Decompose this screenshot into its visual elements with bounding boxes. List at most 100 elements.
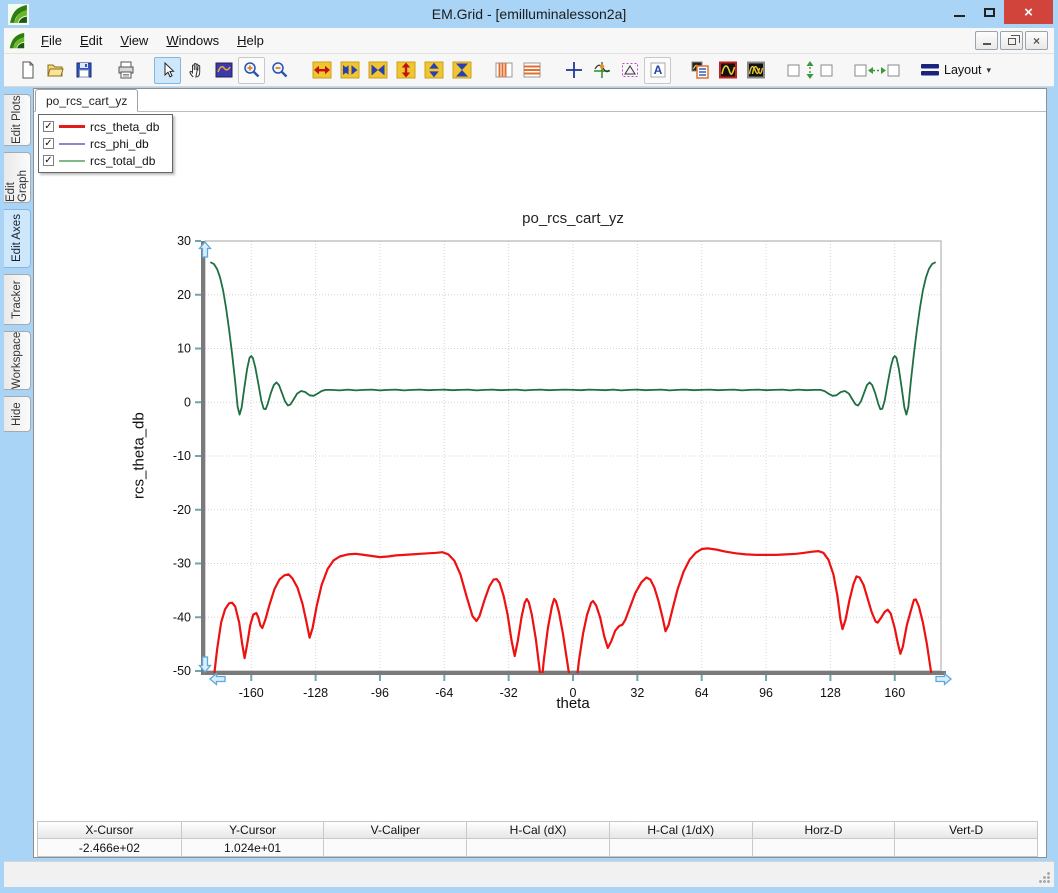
menu-help[interactable]: Help — [228, 29, 273, 52]
close-button[interactable]: × — [1004, 0, 1053, 24]
mdi-minimize-button[interactable] — [975, 31, 998, 50]
document-logo-icon — [8, 32, 26, 50]
mdi-minimize-icon — [983, 43, 991, 45]
legend-swatch-theta — [59, 125, 85, 128]
sidebar-item-edit-plots[interactable]: Edit Plots — [4, 94, 31, 146]
y-tick-label: 30 — [177, 234, 191, 248]
x-axis-right-handle[interactable] — [936, 674, 951, 685]
new-file-icon — [18, 60, 38, 80]
plot-area[interactable]: -160-128-96-64-3203264961281603020100-10… — [184, 229, 1004, 729]
crosshair-button[interactable] — [560, 57, 587, 84]
select-arrow-button[interactable] — [154, 57, 181, 84]
expand-y-button[interactable] — [392, 57, 419, 84]
pan-hand-button[interactable] — [182, 57, 209, 84]
window-title: EM.Grid - [emilluminalesson2a] — [0, 6, 1058, 22]
value-v-caliper — [323, 839, 466, 856]
open-file-icon — [46, 60, 66, 80]
shrink-x-button[interactable] — [336, 57, 363, 84]
save-file-button[interactable] — [70, 57, 97, 84]
zoom-in-icon — [242, 60, 262, 80]
sidebar-item-edit-axes[interactable]: Edit Axes — [4, 209, 31, 268]
vertical-spacing-icon — [786, 60, 834, 80]
sidebar-item-edit-graph[interactable]: Edit Graph — [4, 152, 31, 203]
col-h-cal-dx: H-Cal (dX) — [466, 822, 609, 839]
col-x-cursor: X-Cursor — [38, 822, 181, 839]
layout-dropdown-button[interactable]: Layout ▾ — [914, 59, 998, 81]
mdi-close-icon: × — [1033, 35, 1040, 47]
value-h-cal-dx — [466, 839, 609, 856]
legend-swatch-phi — [59, 143, 85, 145]
expand-y-icon — [396, 60, 416, 80]
title-bar[interactable]: EM.Grid - [emilluminalesson2a] × — [0, 0, 1058, 28]
x-axis-left-handle[interactable] — [210, 674, 225, 685]
print-icon — [116, 60, 136, 80]
text-annotation-button[interactable]: A — [644, 57, 671, 84]
y-tick-label: -30 — [173, 557, 191, 571]
status-bar — [4, 861, 1054, 887]
minimize-button[interactable] — [944, 0, 974, 24]
y-tick-label: 10 — [177, 342, 191, 356]
zoom-out-button[interactable] — [266, 57, 293, 84]
zoom-region-icon — [214, 60, 234, 80]
tracker-icon — [592, 60, 612, 80]
shrink-y-icon — [424, 60, 444, 80]
y-tick-label: -40 — [173, 610, 191, 624]
shrink-x-icon — [340, 60, 360, 80]
maximize-button[interactable] — [974, 0, 1004, 24]
menu-windows[interactable]: Windows — [157, 29, 228, 52]
vertical-stripes-button[interactable] — [490, 57, 517, 84]
single-plot-button[interactable] — [714, 57, 741, 84]
x-axis-label: theta — [205, 695, 941, 712]
y-tick-label: -20 — [173, 503, 191, 517]
resize-grip[interactable] — [1038, 871, 1050, 883]
legend-checkbox-phi[interactable]: ✓ — [43, 138, 54, 149]
close-icon: × — [1024, 4, 1033, 21]
select-arrow-icon — [158, 60, 178, 80]
print-button[interactable] — [112, 57, 139, 84]
compress-y-button[interactable] — [448, 57, 475, 84]
sidebar-item-tracker[interactable]: Tracker — [4, 274, 31, 325]
cursor-readout-table: X-Cursor Y-Cursor V-Caliper H-Cal (dX) H… — [37, 821, 1038, 857]
zoom-region-button[interactable] — [210, 57, 237, 84]
plot-border — [205, 241, 941, 671]
legend-checkbox-total[interactable]: ✓ — [43, 155, 54, 166]
toolbar: A Layout ▾ — [4, 54, 1054, 87]
compress-x-button[interactable] — [364, 57, 391, 84]
open-file-button[interactable] — [42, 57, 69, 84]
vertical-stripes-icon — [494, 60, 514, 80]
expand-x-button[interactable] — [308, 57, 335, 84]
delta-marker-icon — [620, 60, 640, 80]
plot-properties-button[interactable] — [686, 57, 713, 84]
menu-view[interactable]: View — [111, 29, 157, 52]
tab-po-rcs-cart-yz[interactable]: po_rcs_cart_yz — [35, 89, 138, 112]
tracker-button[interactable] — [588, 57, 615, 84]
value-x-cursor: -2.466e+02 — [38, 839, 181, 856]
horizontal-stripes-icon — [522, 60, 542, 80]
new-file-button[interactable] — [14, 57, 41, 84]
multi-plot-button[interactable] — [742, 57, 769, 84]
sidebar-item-workspace[interactable]: Workspace — [4, 331, 31, 390]
sidebar-item-hide[interactable]: Hide — [4, 396, 31, 432]
text-annotation-icon: A — [648, 60, 668, 80]
legend-box[interactable]: ✓ rcs_theta_db ✓ rcs_phi_db ✓ rcs_total_… — [38, 114, 173, 173]
delta-marker-button[interactable] — [616, 57, 643, 84]
legend-checkbox-theta[interactable]: ✓ — [43, 121, 54, 132]
single-plot-icon — [718, 60, 738, 80]
col-horz-d: Horz-D — [752, 822, 895, 839]
mdi-close-button[interactable]: × — [1025, 31, 1048, 50]
shrink-y-button[interactable] — [420, 57, 447, 84]
zoom-in-button[interactable] — [238, 57, 265, 84]
sidebar-tabstrip: Edit Plots Edit Graph Edit Axes Tracker … — [4, 88, 34, 432]
mdi-restore-button[interactable] — [1000, 31, 1023, 50]
col-h-cal-1dx: H-Cal (1/dX) — [609, 822, 752, 839]
maximize-icon — [984, 8, 995, 17]
vertical-spacing-button[interactable] — [784, 57, 836, 84]
menu-file[interactable]: File — [32, 29, 71, 52]
multi-plot-icon — [746, 60, 766, 80]
menu-edit[interactable]: Edit — [71, 29, 111, 52]
horizontal-stripes-button[interactable] — [518, 57, 545, 84]
mdi-restore-icon — [1008, 38, 1016, 45]
layout-label: Layout — [944, 63, 982, 77]
legend-entry-total: ✓ rcs_total_db — [43, 152, 168, 169]
horizontal-spacing-button[interactable] — [851, 57, 903, 84]
